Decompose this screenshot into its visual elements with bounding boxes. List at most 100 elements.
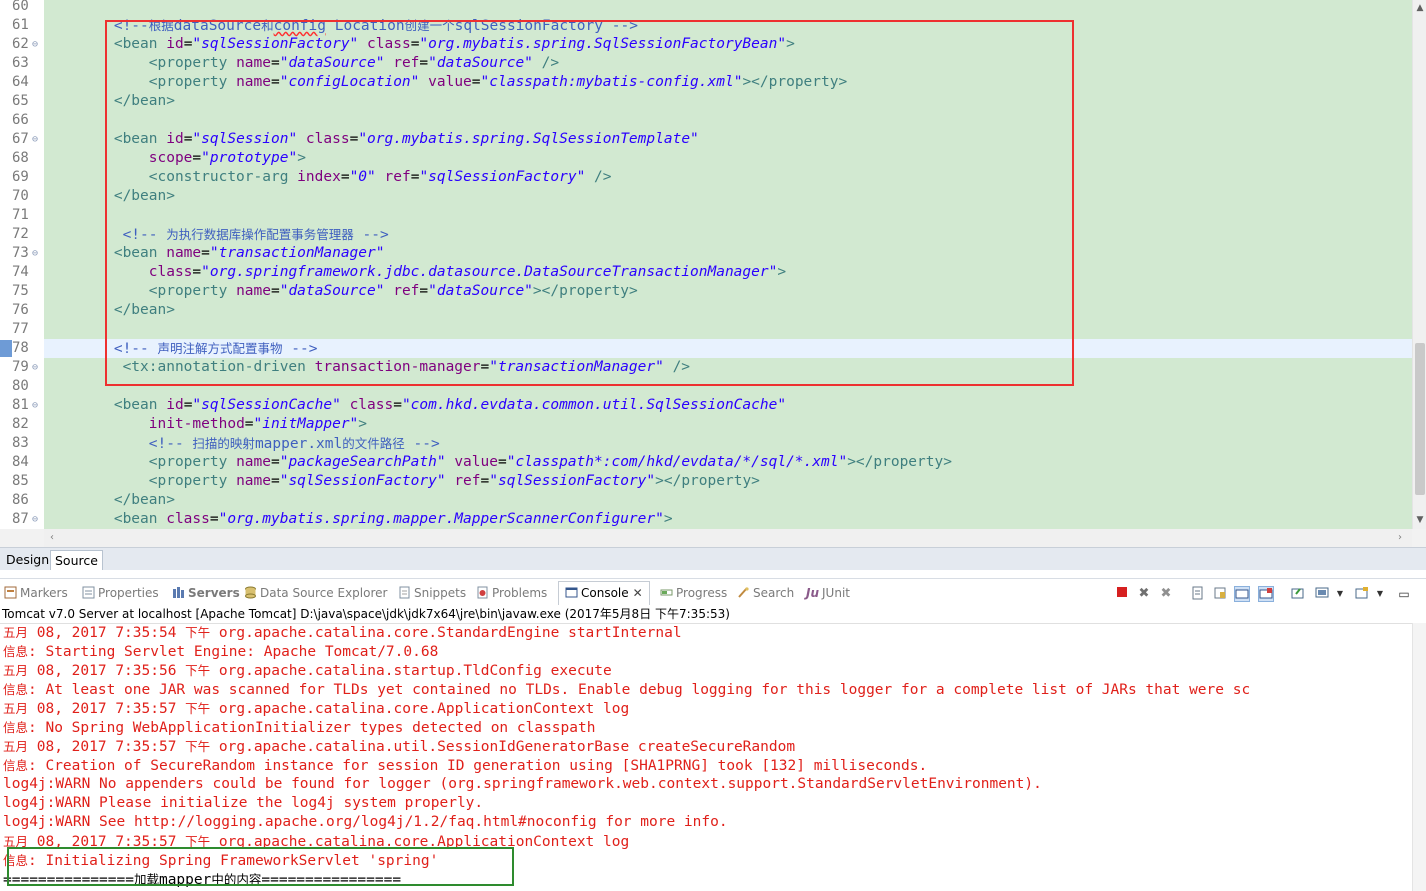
console-scrollbar[interactable]	[1412, 623, 1426, 891]
tab-servers-label: Servers	[188, 586, 240, 600]
code-token: =	[244, 416, 254, 432]
minimize-icon[interactable]: ▭	[1396, 586, 1412, 602]
line-number-text: 66	[12, 112, 29, 128]
line-number: 77	[0, 320, 44, 339]
line-number: 69	[0, 168, 44, 187]
show-console-on-error-button[interactable]	[1258, 586, 1274, 602]
code-line[interactable]: </bean>	[44, 491, 1412, 510]
line-number-text: 72	[12, 226, 29, 242]
fold-toggle-icon[interactable]: ⊖	[32, 510, 38, 529]
console-text: 下午	[185, 625, 211, 640]
code-token: <bean	[44, 397, 167, 413]
fold-toggle-icon[interactable]: ⊖	[32, 35, 38, 54]
line-number-text: 78	[12, 340, 29, 356]
pin-console-button[interactable]	[1290, 586, 1306, 602]
code-token: <property	[44, 454, 237, 470]
code-line[interactable]: <property name="packageSearchPath" value…	[44, 453, 1412, 472]
console-text: 下午	[185, 663, 211, 678]
console-text: 五月	[3, 625, 29, 640]
code-token: name	[236, 473, 271, 489]
code-token: name	[236, 454, 271, 470]
line-number: 71	[0, 206, 44, 225]
code-line[interactable]: <bean id="sqlSessionCache" class="com.hk…	[44, 396, 1412, 415]
console-line: 信息: Creation of SecureRandom instance fo…	[3, 756, 927, 775]
line-number: 87 ⊖	[0, 510, 44, 529]
horizontal-scrollbar[interactable]: ‹ ›	[44, 529, 1412, 547]
console-text: org.apache.catalina.core.ApplicationCont…	[210, 701, 630, 717]
code-line[interactable]: <!-- 扫描的映射mapper.xml的文件路径 -->	[44, 434, 1412, 453]
code-token: =	[270, 454, 280, 470]
tab-progress[interactable]: Progress	[660, 583, 727, 603]
view-tab-bar: Markers Properties Servers Data Source E…	[0, 578, 1426, 605]
code-token: "org.mybatis.spring.mapper.MapperScanner…	[218, 511, 664, 527]
chevron-down-icon[interactable]: ▼	[1372, 586, 1388, 602]
tab-problems[interactable]: Problems	[476, 583, 547, 603]
line-number-text: 61	[12, 17, 29, 33]
scroll-up-icon[interactable]: ▲	[1415, 2, 1425, 14]
console-line: 五月 08, 2017 7:35:57 下午 org.apache.catali…	[3, 699, 629, 718]
code-line[interactable]	[44, 0, 1412, 16]
progress-icon	[660, 589, 673, 596]
code-token: ref	[454, 473, 481, 489]
show-console-on-output-button[interactable]	[1234, 586, 1250, 602]
console-line: log4j:WARN Please initialize the log4j s…	[3, 794, 483, 813]
code-line[interactable]: init-method="initMapper">	[44, 415, 1412, 434]
open-console-button[interactable]	[1354, 586, 1370, 602]
junit-icon: Ju	[806, 586, 820, 600]
code-line[interactable]: <bean class="org.mybatis.spring.mapper.M…	[44, 510, 1412, 529]
properties-icon	[82, 586, 95, 599]
clear-console-button[interactable]	[1190, 586, 1206, 602]
terminate-button[interactable]	[1114, 586, 1130, 602]
code-token: value	[454, 454, 498, 470]
line-number-text: 86	[12, 492, 29, 508]
line-number: 64	[0, 73, 44, 92]
remove-launch-button[interactable]: ✖	[1136, 586, 1152, 602]
tab-design[interactable]: Design	[2, 550, 53, 570]
tab-search[interactable]: Search	[737, 583, 794, 603]
fold-toggle-icon[interactable]: ⊖	[32, 130, 38, 149]
code-token: ></property>	[847, 454, 952, 470]
line-number-text: 69	[12, 169, 29, 185]
line-number: 83	[0, 434, 44, 453]
close-icon[interactable]: ✕	[633, 586, 643, 600]
line-number: 85	[0, 472, 44, 491]
remove-all-terminated-button[interactable]: ✖	[1158, 586, 1174, 602]
code-token: ></property>	[655, 473, 760, 489]
red-highlight-box	[105, 20, 1074, 386]
console-line: 信息: Starting Servlet Engine: Apache Tomc…	[3, 642, 438, 661]
tab-markers[interactable]: Markers	[4, 583, 68, 603]
fold-toggle-icon[interactable]: ⊖	[32, 396, 38, 415]
console-text: org.apache.catalina.startup.TldConfig ex…	[210, 663, 612, 679]
line-number-text: 87	[12, 511, 29, 527]
tab-servers[interactable]: Servers	[172, 583, 240, 603]
console-line: log4j:WARN See http://logging.apache.org…	[3, 813, 728, 832]
code-token: "sqlSessionFactory"	[279, 473, 446, 489]
code-token: <bean	[44, 511, 167, 527]
tab-source[interactable]: Source	[50, 550, 103, 570]
fold-toggle-icon[interactable]: ⊖	[32, 244, 38, 263]
tab-properties[interactable]: Properties	[82, 583, 159, 603]
line-number: 75	[0, 282, 44, 301]
vertical-scrollbar[interactable]: ▲ ▼	[1412, 0, 1426, 529]
scroll-down-icon[interactable]: ▼	[1415, 514, 1425, 526]
tab-console[interactable]: Console ✕	[558, 581, 650, 605]
chevron-down-icon[interactable]: ▼	[1332, 586, 1348, 602]
tab-console-label: Console	[581, 586, 629, 600]
fold-toggle-icon[interactable]: ⊖	[32, 358, 38, 377]
line-number-text: 73	[12, 245, 29, 261]
code-token: >	[663, 511, 673, 527]
scrollbar-thumb[interactable]	[1415, 343, 1425, 495]
line-number-text: 83	[12, 435, 29, 451]
code-line[interactable]: <property name="sqlSessionFactory" ref="…	[44, 472, 1412, 491]
tab-junit[interactable]: Ju JUnit	[806, 583, 850, 603]
scroll-right-icon[interactable]: ›	[1394, 531, 1406, 545]
tab-data-source-explorer[interactable]: Data Source Explorer	[244, 583, 387, 603]
tab-snippets[interactable]: Snippets	[398, 583, 466, 603]
console-text: 08, 2017 7:35:54	[28, 625, 186, 641]
display-selected-console-button[interactable]	[1314, 586, 1330, 602]
line-number-text: 74	[12, 264, 29, 280]
scroll-lock-button[interactable]	[1212, 586, 1228, 602]
scroll-left-icon[interactable]: ‹	[46, 531, 58, 545]
tab-search-label: Search	[753, 586, 795, 600]
search-icon	[738, 587, 749, 598]
